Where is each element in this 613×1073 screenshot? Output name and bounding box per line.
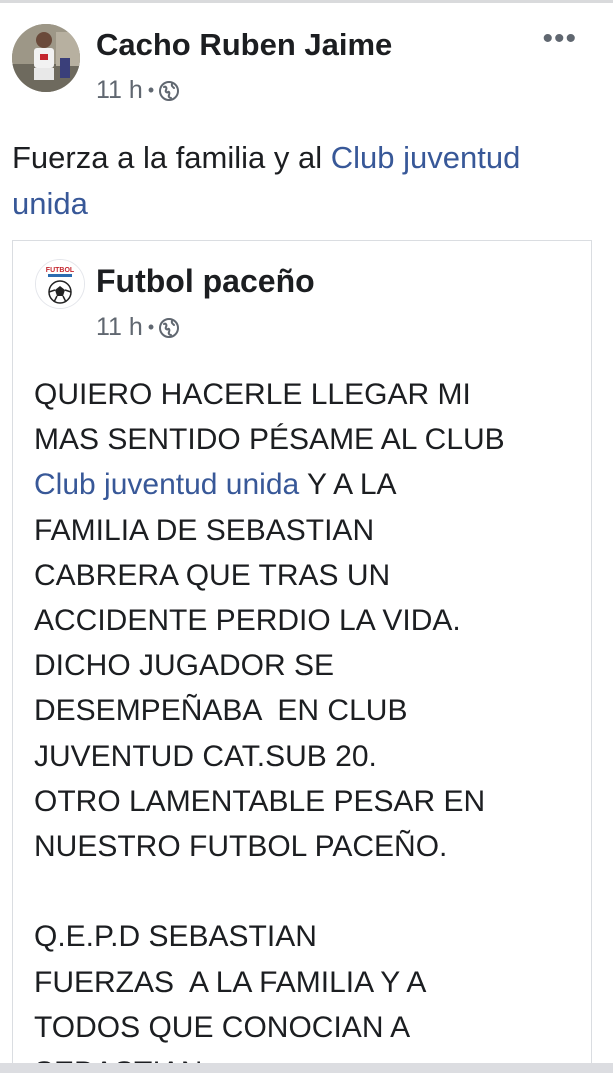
globe-icon xyxy=(159,317,180,338)
futbol-logo-icon: FUTBOL xyxy=(36,260,84,308)
facebook-post-view: Cacho Ruben Jaime 11 h • ••• Fuerza a la… xyxy=(0,0,613,1073)
bottom-divider xyxy=(0,1063,613,1073)
shared-post-card[interactable]: FUTBOL Futbol paceño 11 h • QUIERO HACER… xyxy=(12,240,592,1073)
meta-separator: • xyxy=(147,317,155,337)
text-line: ACCIDENTE PERDIO LA VIDA. xyxy=(34,604,461,638)
text-line: QUIERO HACERLE LLEGAR MI xyxy=(34,378,471,411)
text-line: Club juventud unida Y A LA xyxy=(34,462,574,507)
top-divider xyxy=(0,0,613,3)
text-line: FAMILIA DE SEBASTIAN xyxy=(34,513,375,547)
text-line: CABRERA QUE TRAS UN xyxy=(34,558,391,592)
shared-post-meta: 11 h • xyxy=(96,313,180,342)
globe-icon xyxy=(159,80,180,101)
text-line: DESEMPEÑABA EN CLUB xyxy=(34,694,408,728)
shared-page-name[interactable]: Futbol paceño xyxy=(96,263,315,300)
page-logo[interactable]: FUTBOL xyxy=(35,259,85,309)
meta-separator: • xyxy=(147,80,155,100)
text-line: OTRO LAMENTABLE PESAR EN xyxy=(34,784,486,818)
club-mention-link[interactable]: Club juventud unida xyxy=(34,468,299,501)
text-line: FUERZAS A LA FAMILIA Y A xyxy=(34,965,427,999)
post-meta: 11 h • xyxy=(96,76,180,105)
text-line: DICHO JUGADOR SE xyxy=(34,649,335,683)
avatar-photo xyxy=(12,24,80,92)
more-options-icon[interactable]: ••• xyxy=(542,24,577,54)
post-text: Fuerza a la familia y al Club juventud u… xyxy=(12,135,572,227)
text-line: JUVENTUD CAT.SUB 20. xyxy=(34,739,377,773)
author-avatar[interactable] xyxy=(12,24,80,92)
text-line: Q.E.P.D SEBASTIAN xyxy=(34,920,317,954)
post-author-name[interactable]: Cacho Ruben Jaime xyxy=(96,27,392,63)
shared-post-timestamp[interactable]: 11 h xyxy=(96,313,143,342)
text-line: NUESTRO FUTBOL PACEÑO. xyxy=(34,830,448,864)
text-line-rest: Y A LA xyxy=(299,468,397,502)
text-line: TODOS QUE CONOCIAN A xyxy=(34,1010,411,1044)
logo-text: FUTBOL xyxy=(46,267,75,274)
shared-post-text: QUIERO HACERLE LLEGAR MI MAS SENTIDO PÉS… xyxy=(34,372,574,1073)
text-line: MAS SENTIDO PÉSAME AL CLUB xyxy=(34,423,505,457)
post-timestamp[interactable]: 11 h xyxy=(96,76,143,105)
post-text-body: Fuerza a la familia y al xyxy=(12,140,331,175)
